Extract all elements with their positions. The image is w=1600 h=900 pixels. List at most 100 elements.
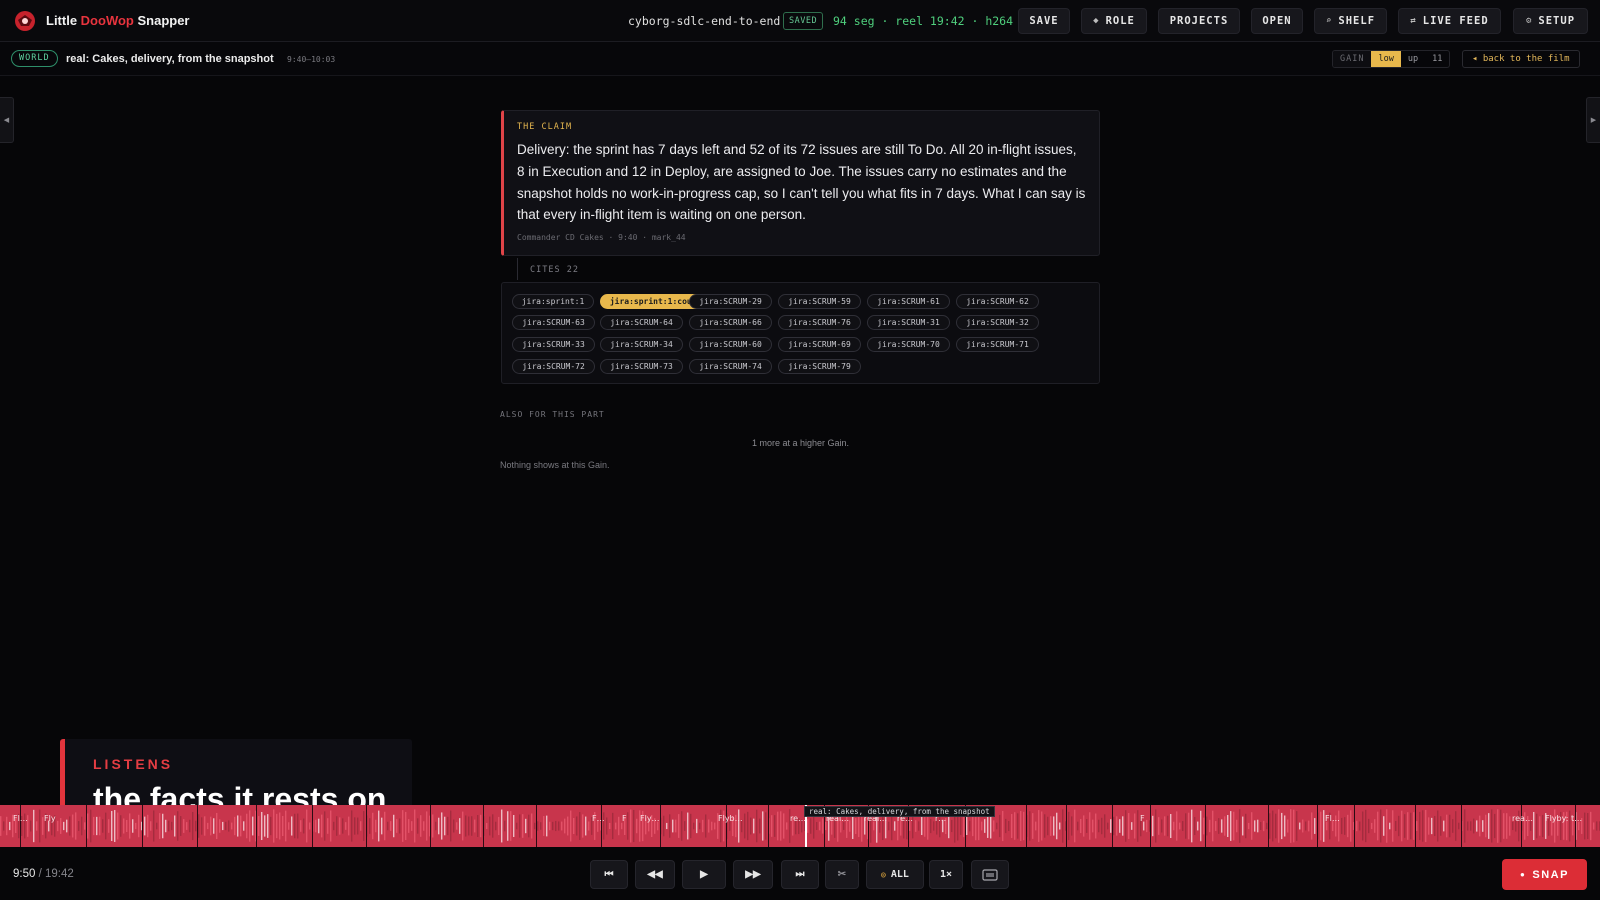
speed-button[interactable]: 1× <box>929 860 963 889</box>
waveform-bar <box>669 814 671 838</box>
setup-button[interactable]: ⚙ SETUP <box>1513 8 1588 34</box>
clip-label: F… <box>592 814 605 823</box>
waveform-bar <box>33 809 35 843</box>
waveform-bar <box>1029 811 1031 841</box>
waveform-bar <box>582 814 584 838</box>
waveform-bar <box>1125 810 1127 842</box>
waveform-bar <box>981 821 983 831</box>
cite-chip[interactable]: jira:SCRUM-33 <box>512 337 595 352</box>
save-button-label: SAVE <box>1029 15 1059 27</box>
cite-chip[interactable]: jira:SCRUM-74 <box>689 359 772 374</box>
cite-chip[interactable]: jira:SCRUM-34 <box>600 337 683 352</box>
fast-forward-button[interactable]: ▶▶ <box>733 860 773 889</box>
waveform-bar <box>930 818 932 834</box>
cite-chip[interactable]: jira:SCRUM-66 <box>689 315 772 330</box>
waveform-bar <box>1374 819 1376 833</box>
waveform-bar <box>270 816 272 836</box>
cite-chip[interactable]: jira:SCRUM-29 <box>689 294 772 309</box>
cite-chip[interactable]: jira:SCRUM-63 <box>512 315 595 330</box>
waveform-bar <box>408 819 410 833</box>
gain-option-low[interactable]: low <box>1371 51 1401 67</box>
all-filter-button[interactable]: ◎ ALL <box>866 860 924 889</box>
cite-chip[interactable]: jira:SCRUM-32 <box>956 315 1039 330</box>
waveform-bar <box>174 815 176 837</box>
cite-chip[interactable]: jira:SCRUM-62 <box>956 294 1039 309</box>
waveform-bar <box>609 822 611 830</box>
role-button-label: ROLE <box>1105 15 1135 27</box>
segment-divider <box>1317 805 1318 847</box>
skip-end-icon: ⏭ <box>795 869 805 880</box>
cites-list: jira:sprint:1 jira:sprint:1:counts jira:SC… <box>501 282 1100 384</box>
waveform-bar <box>543 816 545 836</box>
waveform-bar <box>1464 809 1466 843</box>
waveform-bar <box>1233 811 1235 841</box>
cite-chip[interactable]: jira:SCRUM-70 <box>867 337 950 352</box>
snap-button[interactable]: ● SNAP <box>1502 859 1587 890</box>
cite-chip[interactable]: jira:SCRUM-76 <box>778 315 861 330</box>
play-button[interactable]: ▶ <box>682 860 726 889</box>
waveform-bar <box>1476 820 1478 832</box>
waveform-bar <box>1401 810 1403 842</box>
projects-button[interactable]: PROJECTS <box>1158 8 1240 34</box>
waveform-bar <box>1389 822 1391 830</box>
waveform-bar <box>1122 816 1124 836</box>
shelf-button[interactable]: ⌕ SHELF <box>1314 8 1387 34</box>
world-badge[interactable]: WORLD <box>11 50 58 67</box>
waveform-bar <box>420 815 422 837</box>
cite-chip[interactable]: jira:SCRUM-73 <box>600 359 683 374</box>
waveform-bar <box>99 816 101 836</box>
open-button[interactable]: OPEN <box>1251 8 1303 34</box>
cite-chip[interactable]: jira:SCRUM-71 <box>956 337 1039 352</box>
waveform-bar <box>549 821 551 831</box>
waveform-bar <box>714 822 716 830</box>
claim-card: THE CLAIM Delivery: the sprint has 7 day… <box>501 110 1100 256</box>
gain-option-11[interactable]: 11 <box>1425 51 1449 67</box>
waveform-bar <box>1188 812 1190 840</box>
waveform-bar <box>1110 819 1112 833</box>
left-panel-toggle[interactable]: ◀ <box>0 97 14 143</box>
waveform-bar <box>393 814 395 838</box>
save-button[interactable]: SAVE <box>1018 8 1070 34</box>
waveform-bar <box>375 819 377 833</box>
skip-end-button[interactable]: ⏭ <box>781 860 819 889</box>
gain-option-up[interactable]: up <box>1401 51 1425 67</box>
cut-button[interactable]: ✂ <box>825 860 859 889</box>
cite-chip[interactable]: jira:SCRUM-59 <box>778 294 861 309</box>
live-feed-button[interactable]: ⇄ LIVE FEED <box>1398 8 1501 34</box>
waveform-bar <box>1398 815 1400 837</box>
waveform-bar <box>1239 809 1241 843</box>
waveform-bar <box>246 813 248 839</box>
cite-chip[interactable]: jira:SCRUM-60 <box>689 337 772 352</box>
snapshot-view-button[interactable] <box>971 860 1009 889</box>
current-time: 9:50 <box>13 868 36 880</box>
waveform-bar <box>30 820 32 832</box>
waveform-bar <box>66 819 68 833</box>
role-button[interactable]: ◆ ROLE <box>1081 8 1147 34</box>
waveform-bar <box>1272 810 1274 842</box>
more-at-higher-gain[interactable]: 1 more at a higher Gain. <box>500 438 1101 448</box>
waveform-bar <box>348 816 350 836</box>
chevron-right-icon: ▶ <box>1590 117 1597 124</box>
waveform-bar <box>1269 813 1271 839</box>
cite-chip[interactable]: jira:SCRUM-31 <box>867 315 950 330</box>
timeline-track[interactable]: Fl… Fly F… Fly…F Flyb… re… real… real… re… r… Fl…F… <box>0 805 1600 847</box>
cite-chip[interactable]: jira:SCRUM-72 <box>512 359 595 374</box>
cite-chip[interactable]: jira:sprint:1 <box>512 294 594 309</box>
cite-chip[interactable]: jira:SCRUM-69 <box>778 337 861 352</box>
segment-divider <box>256 805 257 847</box>
waveform-bar <box>153 810 155 842</box>
waveform-bar <box>573 817 575 835</box>
cite-chip[interactable]: jira:SCRUM-79 <box>778 359 861 374</box>
cite-chip[interactable]: jira:SCRUM-61 <box>867 294 950 309</box>
right-panel-toggle[interactable]: ▶ <box>1586 97 1600 143</box>
rewind-button[interactable]: ◀◀ <box>635 860 675 889</box>
waveform-bar <box>1236 819 1238 833</box>
waveform-bar <box>1185 813 1187 839</box>
back-to-film-button[interactable]: ◂ back to the film <box>1462 50 1580 68</box>
waveform-bar <box>567 816 569 836</box>
skip-start-button[interactable]: ⏮ <box>590 860 628 889</box>
cite-chip[interactable]: jira:SCRUM-64 <box>600 315 683 330</box>
segment-divider <box>1415 805 1416 847</box>
top-bar: Little DooWop Snapper cyborg-sdlc-end-to… <box>0 0 1600 42</box>
projects-button-label: PROJECTS <box>1169 15 1229 27</box>
